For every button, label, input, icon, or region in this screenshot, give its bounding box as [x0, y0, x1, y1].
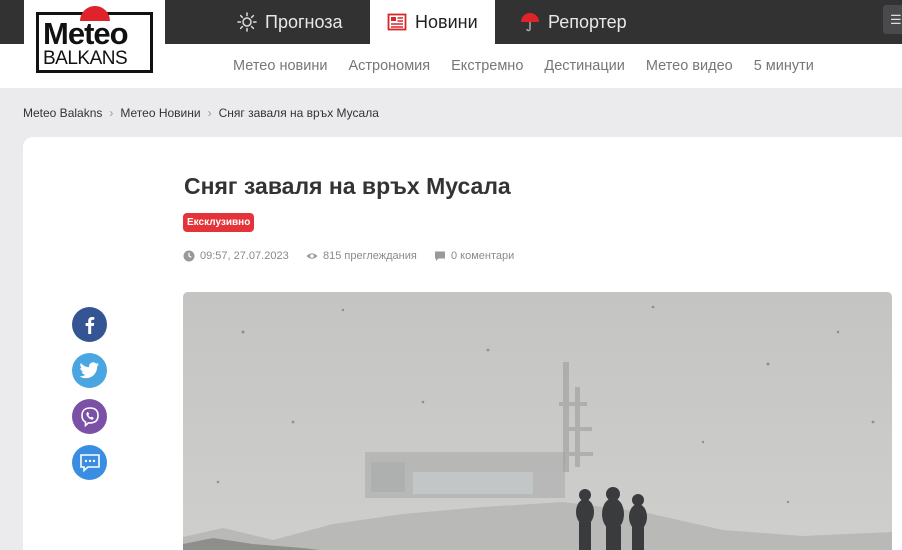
tab-reporter-label: Репортер	[548, 11, 627, 32]
article-date-text: 09:57, 27.07.2023	[200, 250, 289, 262]
logo-frame: Meteo BALKANS	[36, 6, 153, 73]
tab-forecast[interactable]: Прогноза	[237, 0, 343, 44]
article-views-text: 815 преглеждания	[323, 250, 417, 262]
share-twitter-button[interactable]	[72, 353, 107, 388]
article-views: 815 преглеждания	[306, 250, 417, 262]
subnav-astronomy[interactable]: Астрономия	[348, 58, 430, 74]
breadcrumb-home[interactable]: Meteo Balakns	[23, 106, 102, 120]
subnav-weather-video[interactable]: Метео видео	[646, 58, 733, 74]
site-logo[interactable]: Meteo BALKANS	[24, 0, 165, 80]
clock-icon	[183, 250, 195, 262]
snowy-summit-image	[183, 292, 892, 550]
facebook-icon	[85, 316, 94, 334]
article-comments[interactable]: 0 коментари	[434, 250, 514, 262]
newspaper-icon	[387, 13, 407, 31]
tab-reporter[interactable]: Репортер	[520, 0, 627, 44]
article-title: Сняг заваля на връх Мусала	[184, 173, 511, 199]
logo-text-bottom: BALKANS	[43, 48, 128, 69]
sun-icon	[237, 12, 257, 32]
chevron-right-icon: ›	[109, 106, 114, 120]
tab-news[interactable]: Новини	[370, 0, 495, 44]
breadcrumb-news[interactable]: Метео Новини	[120, 106, 200, 120]
article-comments-text: 0 коментари	[451, 250, 515, 262]
article-photo	[183, 292, 892, 550]
subnav-5-minutes[interactable]: 5 минути	[754, 58, 814, 74]
chevron-right-icon: ›	[207, 106, 212, 120]
tab-forecast-label: Прогноза	[265, 11, 343, 32]
share-message-button[interactable]	[72, 445, 107, 480]
menu-icon: ☰	[890, 12, 902, 27]
breadcrumb: Meteo Balakns › Метео Новини › Сняг зава…	[23, 106, 379, 120]
eye-icon	[306, 253, 318, 259]
viber-icon	[80, 406, 99, 427]
chat-bubble-icon	[79, 453, 100, 472]
logo-text-top: Meteo	[43, 16, 129, 51]
article-date: 09:57, 27.07.2023	[183, 250, 289, 262]
menu-button[interactable]: ☰	[883, 5, 902, 34]
subnav-weather-news[interactable]: Метео новини	[233, 58, 327, 74]
tab-news-label: Новини	[415, 11, 478, 32]
sub-navigation: Метео новини Астрономия Екстремно Дестин…	[233, 44, 835, 88]
breadcrumb-current: Сняг заваля на връх Мусала	[218, 106, 379, 120]
share-viber-button[interactable]	[72, 399, 107, 434]
share-facebook-button[interactable]	[72, 307, 107, 342]
twitter-icon	[79, 361, 100, 378]
subnav-extreme[interactable]: Екстремно	[451, 58, 523, 74]
exclusive-badge: Ексклузивно	[183, 213, 255, 232]
umbrella-icon	[521, 13, 539, 32]
comment-icon	[435, 251, 445, 261]
subnav-destinations[interactable]: Дестинации	[544, 58, 624, 74]
